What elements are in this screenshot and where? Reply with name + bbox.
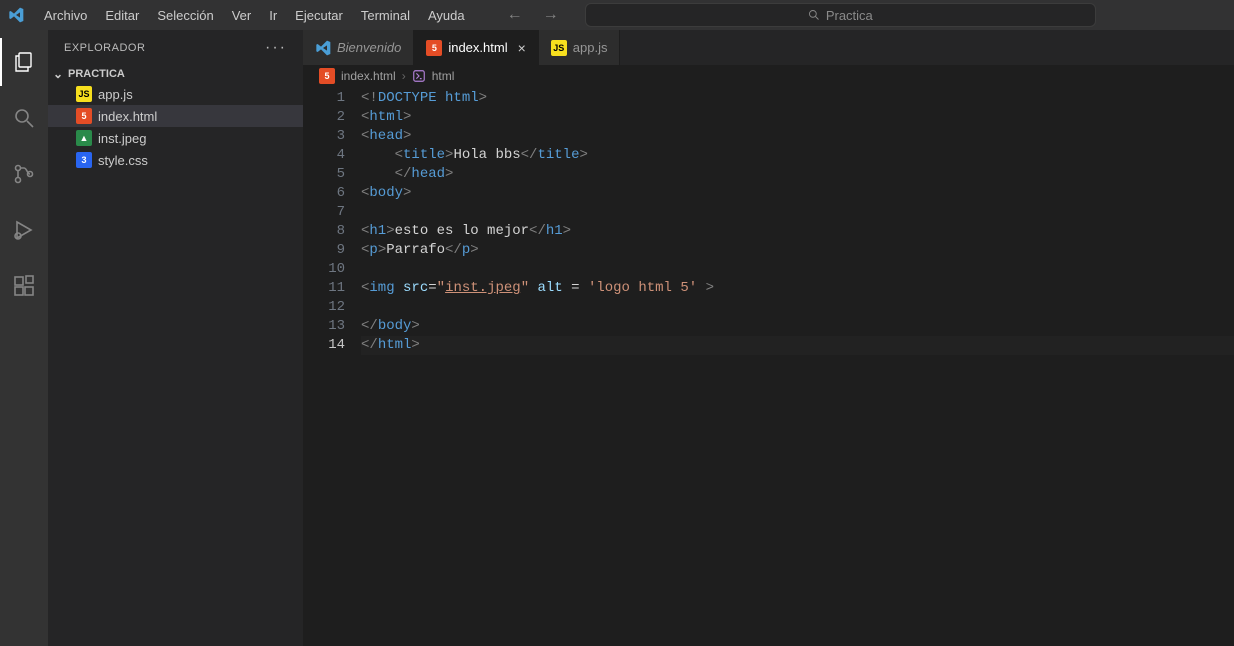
menu-item-ayuda[interactable]: Ayuda (420, 4, 473, 27)
html-file-icon: 5 (426, 40, 442, 56)
sidebar-title: EXPLORADOR (64, 42, 145, 54)
breadcrumb[interactable]: 5 index.html › html (303, 65, 1234, 87)
js-file-icon: JS (551, 40, 567, 56)
vscode-icon (315, 40, 331, 56)
menu-item-ir[interactable]: Ir (261, 4, 285, 27)
code-line[interactable]: <h1>esto es lo mejor</h1> (361, 222, 1234, 241)
file-row[interactable]: JS app.js (48, 83, 303, 105)
breadcrumb-symbol: html (432, 69, 455, 83)
editor-container: Bienvenido5index.html×JSapp.js 5 index.h… (303, 30, 1234, 646)
breadcrumb-separator-icon: › (402, 69, 406, 83)
nav-back-icon[interactable]: ← (501, 4, 529, 26)
chevron-down-icon: ⌄ (52, 67, 64, 81)
activity-extensions-icon[interactable] (0, 262, 48, 310)
sidebar-more-icon[interactable]: ··· (265, 39, 287, 57)
code-line[interactable]: <img src="inst.jpeg" alt = 'logo html 5'… (361, 279, 1234, 298)
html-file-icon: 5 (76, 108, 92, 124)
search-placeholder: Practica (826, 8, 873, 23)
code-line[interactable]: </head> (361, 165, 1234, 184)
nav-forward-icon[interactable]: → (537, 4, 565, 26)
editor-tab[interactable]: JS app.js (539, 30, 621, 65)
menu-item-archivo[interactable]: Archivo (36, 4, 95, 27)
titlebar: ArchivoEditarSelecciónVerIrEjecutarTermi… (0, 0, 1234, 30)
tab-label: Bienvenido (337, 40, 401, 55)
activity-run-debug-icon[interactable] (0, 206, 48, 254)
file-name: style.css (98, 153, 148, 168)
menu-item-ver[interactable]: Ver (224, 4, 260, 27)
code-line[interactable]: </body> (361, 317, 1234, 336)
menu-item-selección[interactable]: Selección (149, 4, 221, 27)
code-line[interactable] (361, 203, 1234, 222)
symbol-icon (412, 69, 426, 83)
line-number-gutter: 1234567891011121314 (303, 89, 361, 646)
file-row[interactable]: 3 style.css (48, 149, 303, 171)
code-line[interactable]: <html> (361, 108, 1234, 127)
code-area[interactable]: <!DOCTYPE html><html><head> <title>Hola … (361, 89, 1234, 646)
code-line[interactable]: <title>Hola bbs</title> (361, 146, 1234, 165)
file-row[interactable]: 5 index.html (48, 105, 303, 127)
activity-bar (0, 30, 48, 646)
file-name: inst.jpeg (98, 131, 146, 146)
js-file-icon: JS (76, 86, 92, 102)
activity-search-icon[interactable] (0, 94, 48, 142)
tab-label: index.html (448, 40, 507, 55)
menu-item-terminal[interactable]: Terminal (353, 4, 418, 27)
editor-tab[interactable]: Bienvenido (303, 30, 414, 65)
folder-name: PRACTICA (68, 68, 125, 80)
code-line[interactable]: <!DOCTYPE html> (361, 89, 1234, 108)
img-file-icon: ▲ (76, 130, 92, 146)
file-row[interactable]: ▲ inst.jpeg (48, 127, 303, 149)
activity-explorer-icon[interactable] (0, 38, 48, 86)
tab-label: app.js (573, 40, 608, 55)
menu-bar: ArchivoEditarSelecciónVerIrEjecutarTermi… (36, 4, 473, 27)
close-icon[interactable]: × (518, 40, 526, 56)
folder-root[interactable]: ⌄ PRACTICA (48, 65, 303, 83)
html-file-icon: 5 (319, 68, 335, 84)
command-center-search[interactable]: Practica (585, 3, 1096, 27)
css-file-icon: 3 (76, 152, 92, 168)
sidebar-header: EXPLORADOR ··· (48, 30, 303, 65)
menu-item-ejecutar[interactable]: Ejecutar (287, 4, 351, 27)
breadcrumb-file: index.html (341, 69, 396, 83)
search-icon (808, 9, 820, 21)
code-line[interactable]: </html> (361, 336, 1234, 355)
code-line[interactable]: <p>Parrafo</p> (361, 241, 1234, 260)
tabs-bar: Bienvenido 5 index.html × JS app.js (303, 30, 1234, 65)
file-name: index.html (98, 109, 157, 124)
file-name: app.js (98, 87, 133, 102)
code-line[interactable]: <head> (361, 127, 1234, 146)
code-line[interactable]: <body> (361, 184, 1234, 203)
editor-body[interactable]: 1234567891011121314 <!DOCTYPE html><html… (303, 87, 1234, 646)
activity-source-control-icon[interactable] (0, 150, 48, 198)
code-line[interactable] (361, 298, 1234, 317)
vscode-logo-icon (8, 7, 24, 23)
sidebar-explorer: EXPLORADOR ··· ⌄ PRACTICA JS app.js 5 index… (48, 30, 303, 646)
nav-arrows: ← → (501, 4, 565, 26)
menu-item-editar[interactable]: Editar (97, 4, 147, 27)
code-line[interactable] (361, 260, 1234, 279)
editor-tab[interactable]: 5 index.html × (414, 30, 538, 65)
